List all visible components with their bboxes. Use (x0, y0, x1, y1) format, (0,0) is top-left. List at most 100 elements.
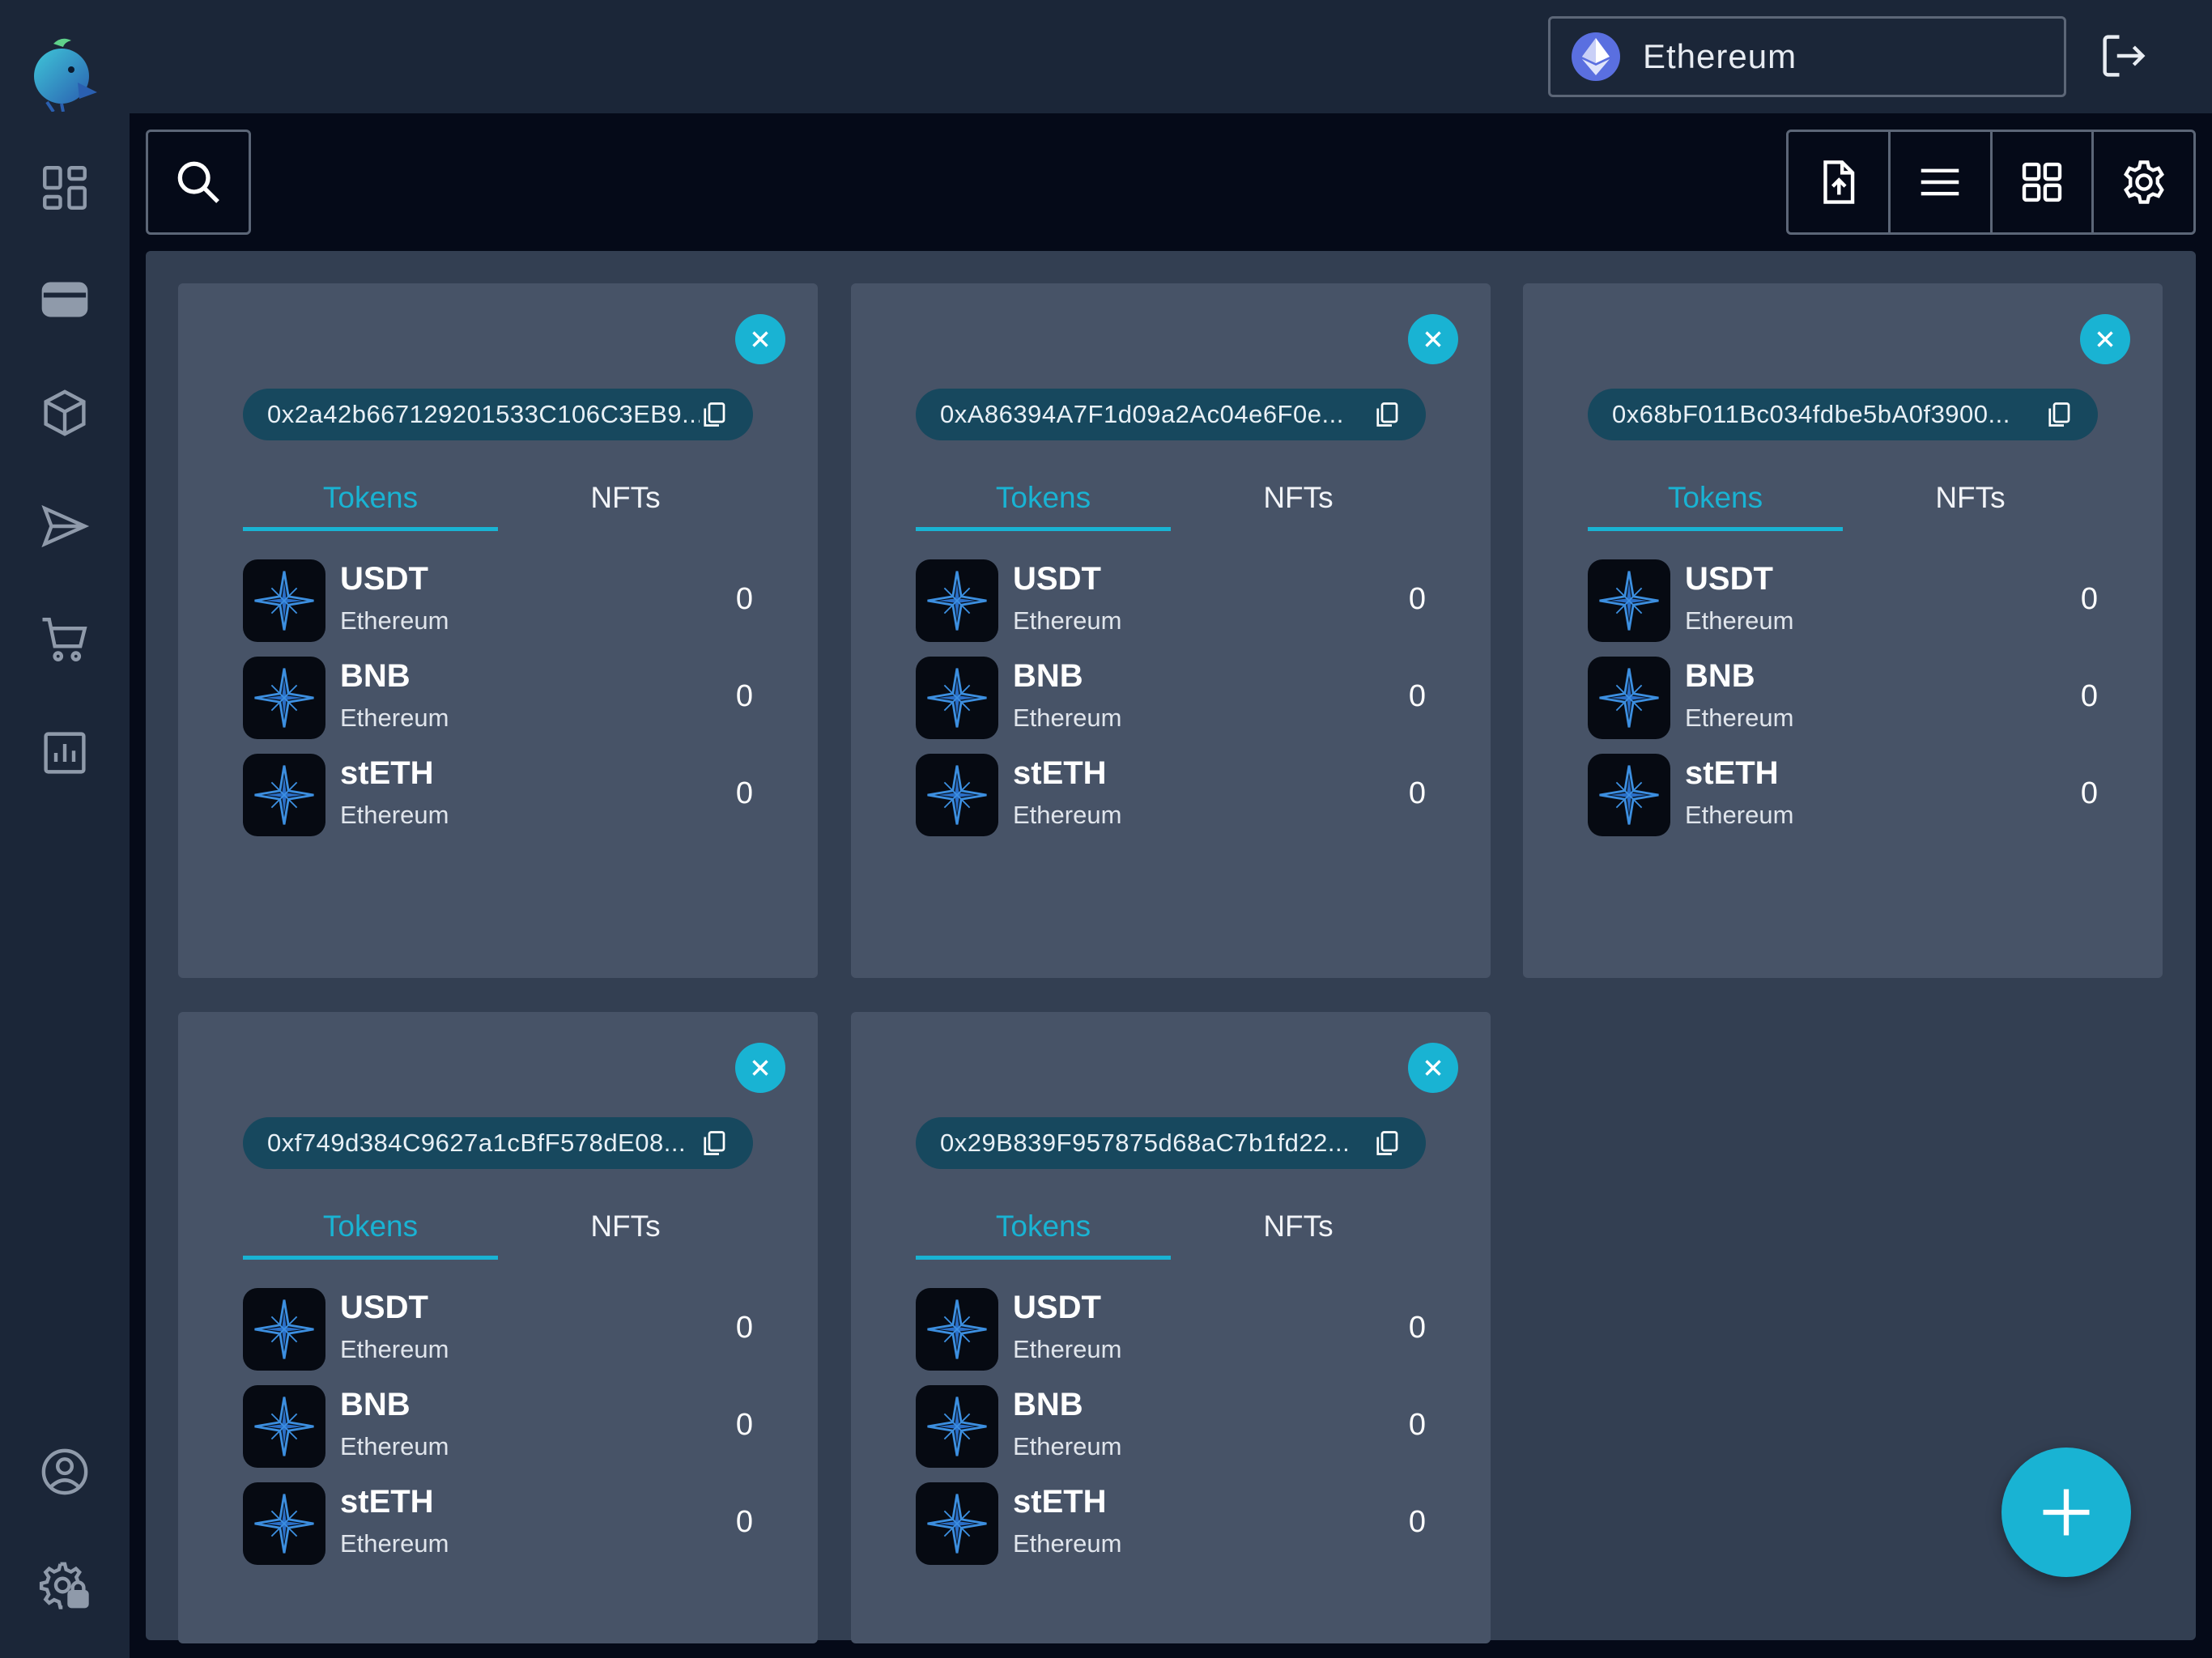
token-network: Ethereum (340, 606, 449, 635)
token-row[interactable]: BNB Ethereum 0 (916, 657, 1426, 739)
close-icon (752, 331, 768, 347)
wallet-address-pill[interactable]: 0x29B839F957875d68aC7b1fd22... (916, 1117, 1426, 1169)
token-symbol: BNB (1013, 1387, 1083, 1422)
token-row[interactable]: USDT Ethereum 0 (243, 559, 753, 642)
token-logo-icon (916, 657, 998, 739)
token-balance: 0 (1408, 1311, 1426, 1345)
tab-tokens[interactable]: Tokens (243, 1200, 498, 1260)
token-logo-icon (1588, 754, 1670, 836)
token-logo-icon (243, 1482, 325, 1565)
copy-icon[interactable] (700, 1129, 729, 1158)
wallet-address-pill[interactable]: 0xf749d384C9627a1cBfF578dE08... (243, 1117, 753, 1169)
token-network: Ethereum (340, 1529, 449, 1558)
network-selector[interactable]: Ethereum (1548, 16, 2066, 97)
sidebar-item-dashboard[interactable] (32, 155, 97, 220)
wallet-address-pill[interactable]: 0x2a42b667129201533C106C3EB9... (243, 389, 753, 440)
copy-icon[interactable] (700, 400, 729, 429)
settings-lock-icon (39, 1562, 89, 1609)
settings-button[interactable] (2094, 132, 2193, 232)
copy-icon[interactable] (1372, 1129, 1402, 1158)
token-logo-icon (916, 1288, 998, 1371)
sidebar-item-analytics[interactable] (32, 721, 97, 785)
token-network: Ethereum (1013, 1335, 1122, 1363)
sidebar-item-account[interactable] (32, 1439, 97, 1504)
cart-icon (42, 618, 87, 661)
token-network: Ethereum (340, 1432, 449, 1460)
tab-tokens[interactable]: Tokens (916, 471, 1171, 531)
view-toolbar (1786, 130, 2196, 235)
token-logo-icon (243, 1288, 325, 1371)
list-view-button[interactable] (1891, 132, 1993, 232)
wallet-card: 0xA86394A7F1d09a2Ac04e6F0e... Tokens NFTs U… (851, 283, 1491, 978)
token-row[interactable]: stETH Ethereum 0 (916, 1482, 1426, 1565)
token-row[interactable]: BNB Ethereum 0 (243, 1385, 753, 1468)
token-network: Ethereum (1013, 704, 1122, 732)
sidebar (0, 0, 130, 1658)
token-logo-icon (1588, 559, 1670, 642)
import-file-button[interactable] (1789, 132, 1891, 232)
token-network: Ethereum (340, 704, 449, 732)
token-row[interactable]: stETH Ethereum 0 (1588, 754, 2098, 836)
token-network: Ethereum (1013, 1529, 1122, 1558)
token-row[interactable]: BNB Ethereum 0 (1588, 657, 2098, 739)
token-row[interactable]: USDT Ethereum 0 (1588, 559, 2098, 642)
token-balance: 0 (735, 776, 753, 810)
copy-icon[interactable] (1372, 400, 1402, 429)
remove-wallet-button[interactable] (1408, 314, 1458, 364)
token-row[interactable]: stETH Ethereum 0 (243, 754, 753, 836)
grid-view-button[interactable] (1993, 132, 2095, 232)
tab-tokens[interactable]: Tokens (1588, 471, 1843, 531)
remove-wallet-button[interactable] (735, 1043, 785, 1093)
tab-nfts[interactable]: NFTs (1171, 1200, 1426, 1260)
token-row[interactable]: BNB Ethereum 0 (916, 1385, 1426, 1468)
add-wallet-button[interactable] (2001, 1448, 2131, 1577)
wallet-address: 0x68bF011Bc034fdbe5bA0f3900... (1612, 400, 2010, 428)
tab-nfts[interactable]: NFTs (1171, 471, 1426, 531)
remove-wallet-button[interactable] (735, 314, 785, 364)
token-balance: 0 (735, 1505, 753, 1539)
logout-button[interactable] (2097, 29, 2150, 83)
copy-icon[interactable] (2044, 400, 2074, 429)
token-logo-icon (1588, 657, 1670, 739)
tab-tokens[interactable]: Tokens (243, 471, 498, 531)
search-button[interactable] (146, 130, 251, 235)
token-row[interactable]: USDT Ethereum 0 (916, 559, 1426, 642)
token-row[interactable]: USDT Ethereum 0 (916, 1288, 1426, 1371)
wallet-tabs: Tokens NFTs (916, 1200, 1426, 1260)
sidebar-item-assets[interactable] (32, 380, 97, 445)
tab-tokens[interactable]: Tokens (916, 1200, 1171, 1260)
token-balance: 0 (1408, 1505, 1426, 1539)
token-logo-icon (243, 1385, 325, 1468)
sidebar-item-security-settings[interactable] (32, 1553, 97, 1618)
sidebar-item-store[interactable] (32, 607, 97, 672)
tab-nfts[interactable]: NFTs (498, 471, 753, 531)
tab-nfts[interactable]: NFTs (1843, 471, 2098, 531)
token-balance: 0 (2080, 679, 2098, 713)
wallet-address-pill[interactable]: 0xA86394A7F1d09a2Ac04e6F0e... (916, 389, 1426, 440)
token-balance: 0 (735, 1311, 753, 1345)
network-label: Ethereum (1643, 37, 1797, 75)
wallet-card: 0x29B839F957875d68aC7b1fd22... Tokens NFTs… (851, 1012, 1491, 1643)
plus-icon (2043, 1489, 2090, 1536)
token-symbol: stETH (1013, 755, 1107, 791)
token-row[interactable]: stETH Ethereum 0 (243, 1482, 753, 1565)
token-network: Ethereum (1685, 606, 1794, 635)
wallet-address-pill[interactable]: 0x68bF011Bc034fdbe5bA0f3900... (1588, 389, 2098, 440)
token-symbol: USDT (1013, 561, 1101, 597)
search-icon (177, 161, 219, 203)
token-balance: 0 (1408, 679, 1426, 713)
token-balance: 0 (735, 582, 753, 616)
app-logo (34, 38, 97, 112)
remove-wallet-button[interactable] (1408, 1043, 1458, 1093)
wallet-card: 0x2a42b667129201533C106C3EB9... Tokens NFT… (178, 283, 818, 978)
token-logo-icon (243, 559, 325, 642)
remove-wallet-button[interactable] (2080, 314, 2130, 364)
token-row[interactable]: stETH Ethereum 0 (916, 754, 1426, 836)
sidebar-item-wallet[interactable] (32, 267, 97, 332)
token-balance: 0 (1408, 1408, 1426, 1442)
tab-nfts[interactable]: NFTs (498, 1200, 753, 1260)
token-row[interactable]: USDT Ethereum 0 (243, 1288, 753, 1371)
token-symbol: BNB (340, 1387, 410, 1422)
sidebar-item-send[interactable] (32, 494, 97, 559)
token-row[interactable]: BNB Ethereum 0 (243, 657, 753, 739)
